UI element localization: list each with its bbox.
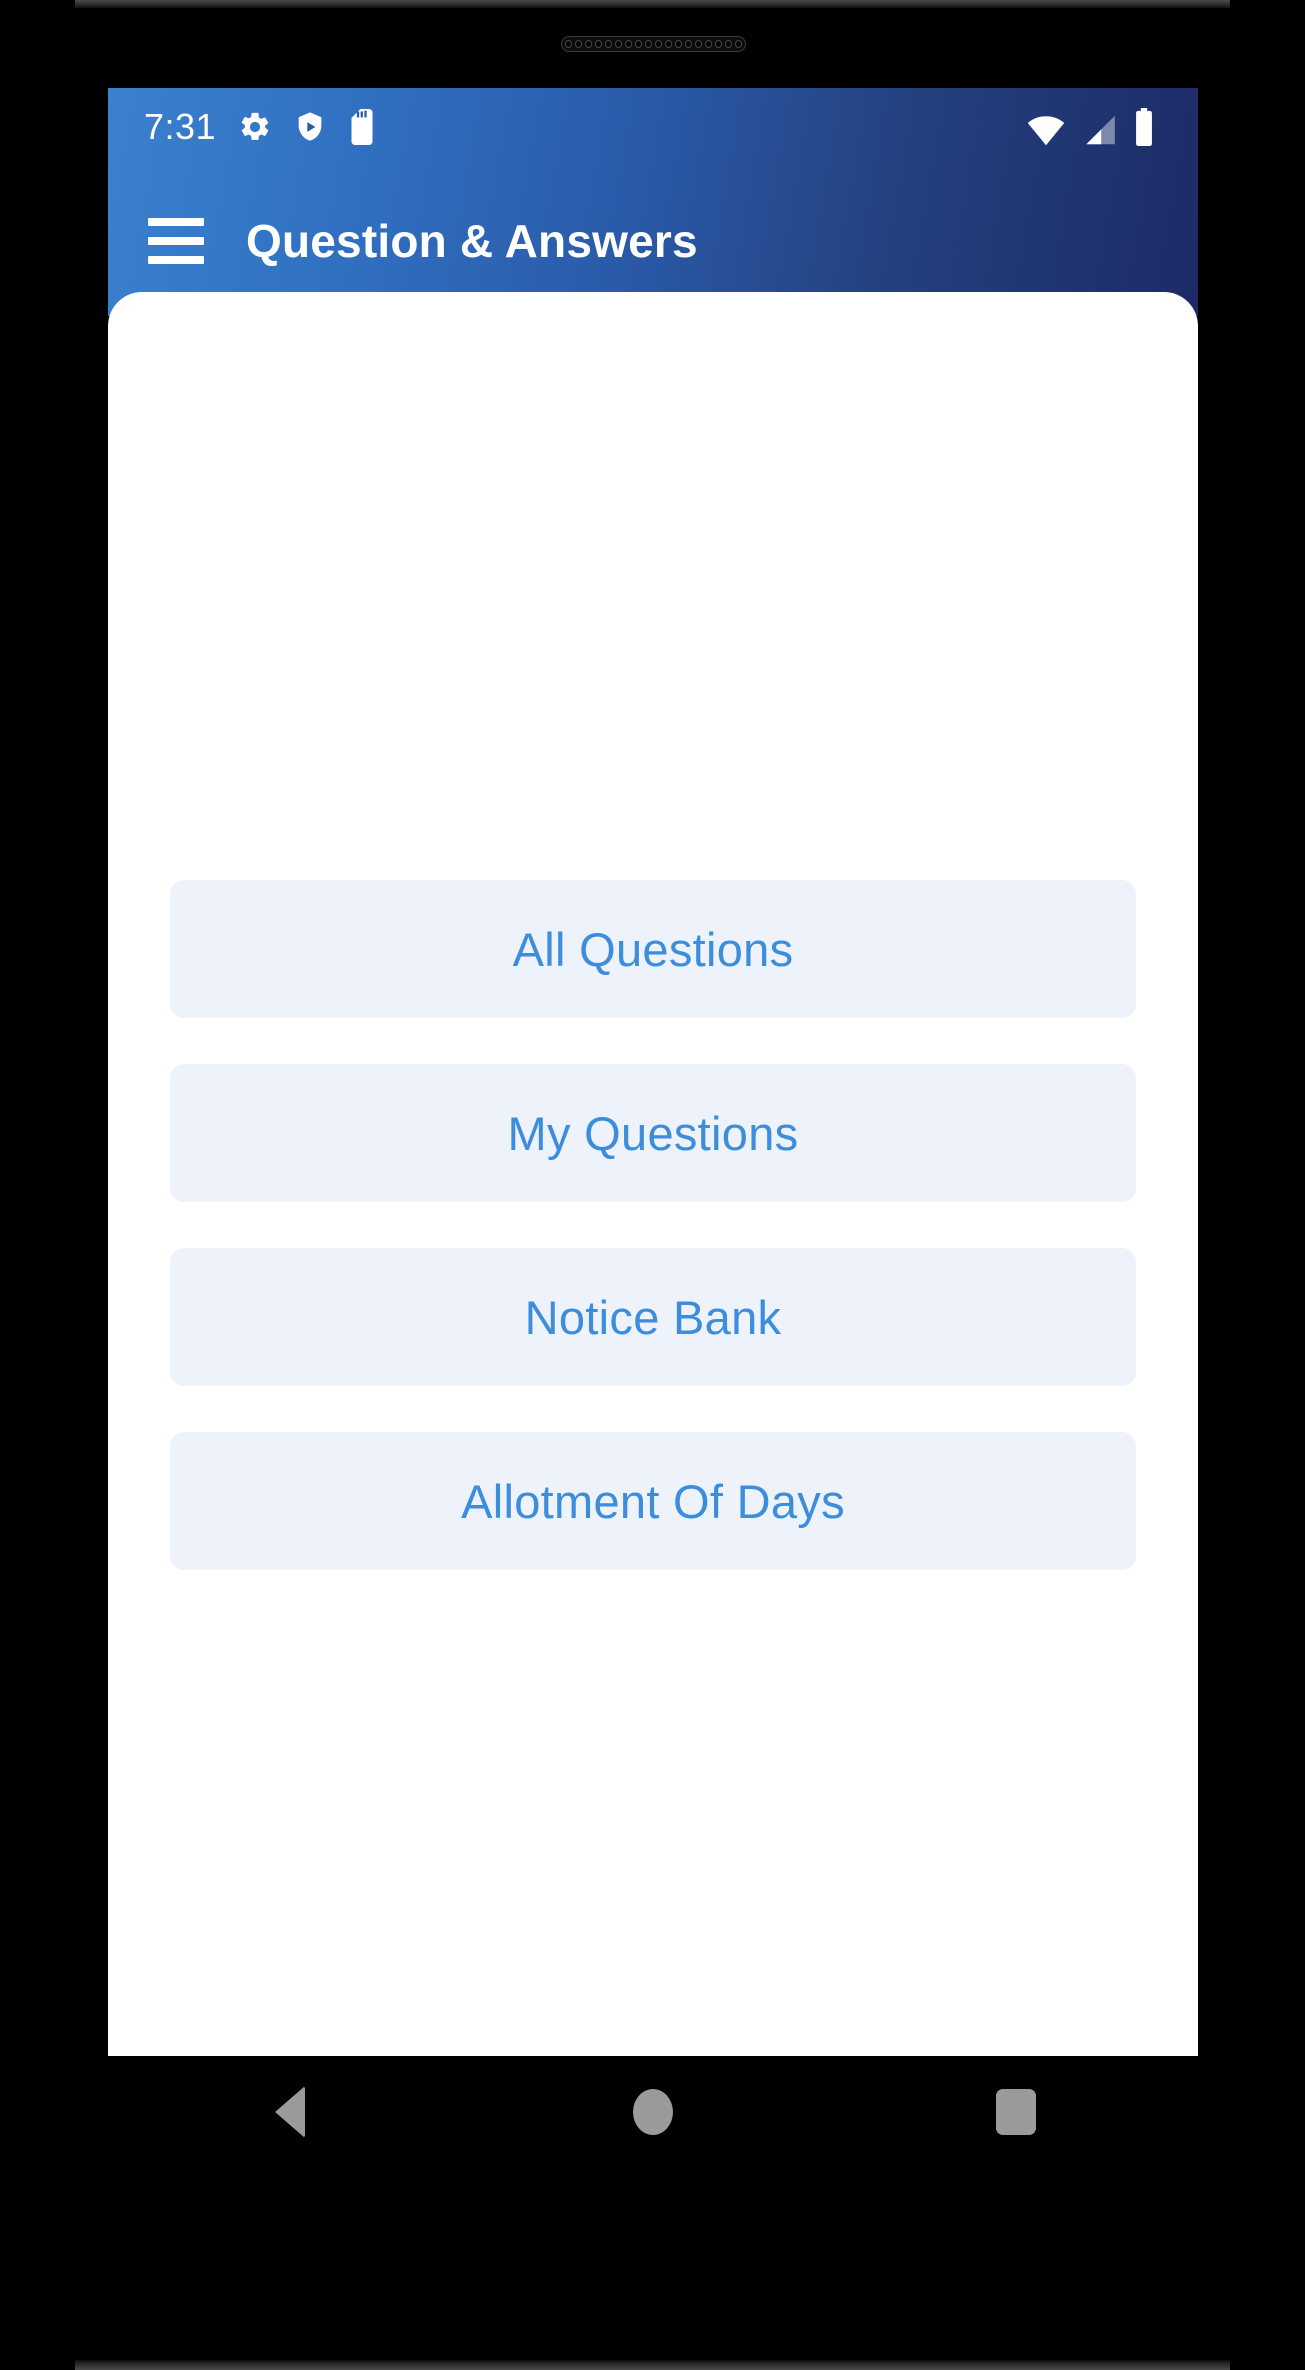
menu-button-stack: All Questions My Questions Notice Bank Allo… xyxy=(170,880,1136,1570)
allotment-of-days-button[interactable]: Allotment Of Days xyxy=(170,1432,1136,1570)
speaker-hole xyxy=(605,40,612,48)
phone-device-frame: 7:31 Question & Answers All Questions My… xyxy=(0,0,1305,2370)
speaker-hole xyxy=(615,40,622,48)
speaker-hole xyxy=(595,40,602,48)
speaker-hole xyxy=(625,40,632,48)
hamburger-bar-3 xyxy=(148,256,204,264)
speaker-hole xyxy=(655,40,662,48)
shield-play-icon xyxy=(294,110,326,144)
my-questions-button[interactable]: My Questions xyxy=(170,1064,1136,1202)
sd-card-icon xyxy=(348,109,376,145)
speaker-hole xyxy=(715,40,722,48)
back-triangle-icon xyxy=(274,2086,305,2138)
content-card: All Questions My Questions Notice Bank Allo… xyxy=(108,292,1198,2168)
status-bar-clock: 7:31 xyxy=(144,106,217,147)
speaker-hole xyxy=(725,40,732,48)
hamburger-menu-icon[interactable] xyxy=(140,205,212,277)
recents-square-icon xyxy=(996,2089,1037,2135)
speaker-hole xyxy=(685,40,692,48)
nav-home-button[interactable] xyxy=(593,2056,713,2168)
android-navigation-bar xyxy=(108,2056,1198,2168)
speaker-hole xyxy=(735,40,742,48)
wifi-icon xyxy=(1026,114,1066,146)
page-title: Question & Answers xyxy=(246,215,698,267)
status-bar: 7:31 xyxy=(108,88,1198,166)
notice-bank-button[interactable]: Notice Bank xyxy=(170,1248,1136,1386)
app-bar: 7:31 Question & Answers xyxy=(108,88,1198,316)
all-questions-button[interactable]: All Questions xyxy=(170,880,1136,1018)
gear-icon xyxy=(238,110,272,144)
status-bar-left-group: 7:31 xyxy=(144,109,376,145)
speaker-hole xyxy=(645,40,652,48)
speaker-hole xyxy=(635,40,642,48)
home-circle-icon xyxy=(632,2089,673,2135)
speaker-hole xyxy=(695,40,702,48)
nav-back-button[interactable] xyxy=(230,2056,350,2168)
device-top-bezel xyxy=(75,0,1230,8)
speaker-hole xyxy=(665,40,672,48)
hamburger-bar-1 xyxy=(148,218,204,226)
speaker-hole xyxy=(575,40,582,48)
status-bar-right-group xyxy=(1026,108,1156,146)
speaker-hole xyxy=(565,40,572,48)
cell-signal-icon xyxy=(1080,114,1118,146)
battery-icon xyxy=(1132,108,1156,146)
earpiece-speaker-grille xyxy=(561,36,746,52)
device-bottom-bezel xyxy=(75,2360,1230,2370)
speaker-hole xyxy=(705,40,712,48)
speaker-hole xyxy=(585,40,592,48)
speaker-hole xyxy=(675,40,682,48)
hamburger-bar-2 xyxy=(148,237,204,245)
nav-recents-button[interactable] xyxy=(956,2056,1076,2168)
phone-screen: 7:31 Question & Answers All Questions My… xyxy=(108,88,1198,2168)
